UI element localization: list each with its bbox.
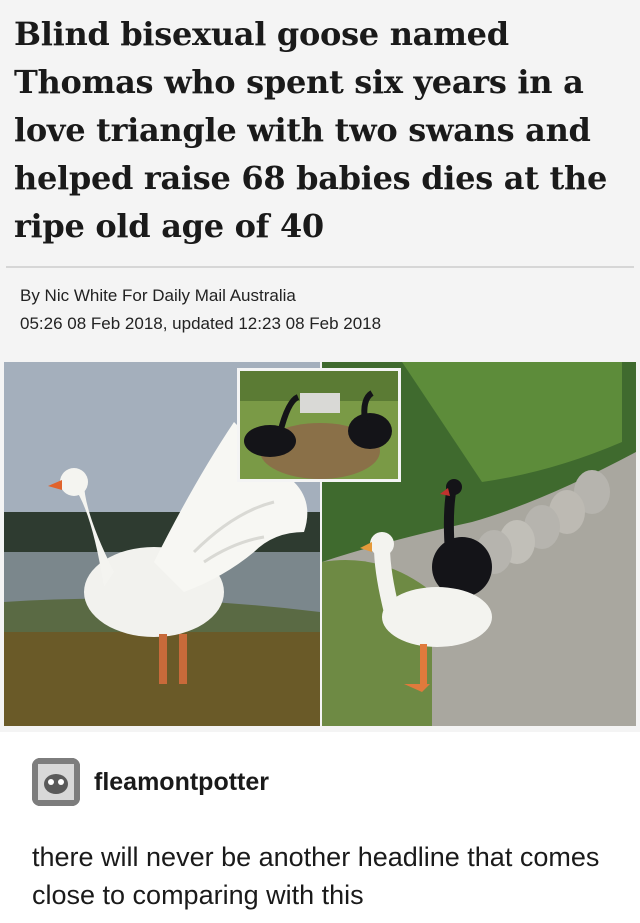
article-byline: By Nic White For Daily Mail Australia xyxy=(20,286,296,305)
article-headline[interactable]: Blind bisexual goose named Thomas who sp… xyxy=(14,10,624,250)
article-card: Blind bisexual goose named Thomas who sp… xyxy=(0,0,640,732)
comment-username[interactable]: fleamontpotter xyxy=(94,768,269,797)
user-avatar[interactable] xyxy=(32,758,80,806)
comment-text: there will never be another headline tha… xyxy=(32,842,600,910)
divider xyxy=(6,266,634,268)
article-dateline: 05:26 08 Feb 2018, updated 12:23 08 Feb … xyxy=(20,314,382,333)
swans-nest-inset-photo[interactable] xyxy=(237,368,401,482)
